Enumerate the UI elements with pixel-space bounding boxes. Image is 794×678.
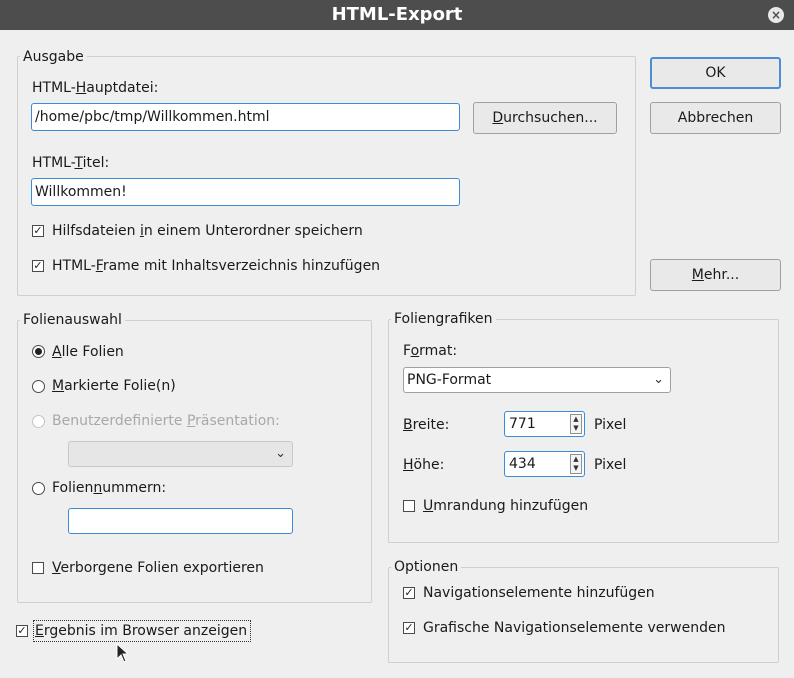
title-bar: HTML-Export ×: [0, 0, 794, 30]
umrandung-label: Umrandung hinzufügen: [423, 498, 589, 514]
titel-input[interactable]: Willkommen!: [31, 178, 460, 206]
titel-label: HTML-Titel:: [32, 155, 110, 171]
chevron-down-icon: ⌄: [653, 372, 664, 387]
navigation-checkbox[interactable]: ✓: [403, 587, 415, 599]
breite-label: Breite:: [403, 417, 450, 433]
grafische-checkbox[interactable]: ✓: [403, 622, 415, 634]
hilfsdateien-checkbox[interactable]: ✓: [32, 225, 44, 237]
alle-folien-radio[interactable]: [32, 345, 45, 358]
ausgabe-legend: Ausgabe: [20, 48, 87, 66]
foliengrafiken-legend: Foliengrafiken: [391, 310, 496, 328]
mouse-cursor-icon: [116, 643, 130, 663]
folienauswahl-legend: Folienauswahl: [20, 311, 125, 329]
foliennummern-radio[interactable]: [32, 482, 45, 495]
markierte-folien-radio[interactable]: [32, 380, 45, 393]
breite-unit: Pixel: [594, 417, 627, 433]
benutzerdefiniert-radio: [32, 415, 45, 428]
foliennummern-label: Foliennummern:: [52, 480, 167, 496]
navigation-label: Navigationselemente hinzufügen: [423, 585, 655, 601]
frame-checkbox[interactable]: ✓: [32, 260, 44, 272]
mehr-button[interactable]: Mehr...: [650, 259, 781, 291]
hoehe-unit: Pixel: [594, 457, 627, 473]
hoehe-value: 434: [509, 456, 536, 472]
alle-folien-label: Alle Folien: [52, 344, 124, 360]
foliennummern-input[interactable]: [68, 508, 293, 534]
frame-label: HTML-Frame mit Inhaltsverzeichnis hinzuf…: [52, 258, 381, 274]
chevron-down-icon: ⌄: [275, 446, 286, 461]
umrandung-checkbox[interactable]: [403, 500, 415, 512]
optionen-group: [388, 567, 779, 663]
verborgene-label: Verborgene Folien exportieren: [52, 560, 264, 576]
abbrechen-button[interactable]: Abbrechen: [650, 102, 781, 134]
hilfsdateien-label: Hilfsdateien in einem Unterordner speich…: [52, 223, 363, 239]
markierte-folien-label: Markierte Folie(n): [52, 378, 176, 394]
benutzerdefiniert-label: Benutzerdefinierte Präsentation:: [52, 413, 280, 429]
spin-arrows-icon[interactable]: ▲ ▼: [570, 454, 582, 474]
format-select-value: PNG-Format: [407, 372, 492, 388]
hauptdatei-label: HTML-Hauptdatei:: [32, 80, 159, 96]
spin-arrows-icon[interactable]: ▲ ▼: [570, 414, 582, 434]
ergebnis-checkbox[interactable]: ✓: [16, 625, 28, 637]
format-select[interactable]: PNG-Format ⌄: [403, 367, 671, 393]
breite-value: 771: [509, 416, 536, 432]
grafische-label: Grafische Navigationselemente verwenden: [423, 620, 726, 636]
hauptdatei-input[interactable]: /home/pbc/tmp/Willkommen.html: [31, 103, 460, 131]
window-title: HTML-Export: [331, 4, 463, 25]
ergebnis-label: Ergebnis im Browser anzeigen: [35, 623, 248, 639]
hoehe-label: Höhe:: [403, 457, 445, 473]
ok-button[interactable]: OK: [650, 57, 781, 89]
format-label: Format:: [403, 343, 458, 359]
breite-spinbox[interactable]: 771 ▲ ▼: [504, 411, 585, 437]
hoehe-spinbox[interactable]: 434 ▲ ▼: [504, 451, 585, 477]
close-icon[interactable]: ×: [768, 7, 784, 23]
durchsuchen-button[interactable]: Durchsuchen...: [473, 102, 617, 134]
praesentation-select: ⌄: [68, 441, 293, 467]
verborgene-checkbox[interactable]: [32, 562, 44, 574]
optionen-legend: Optionen: [391, 558, 462, 576]
